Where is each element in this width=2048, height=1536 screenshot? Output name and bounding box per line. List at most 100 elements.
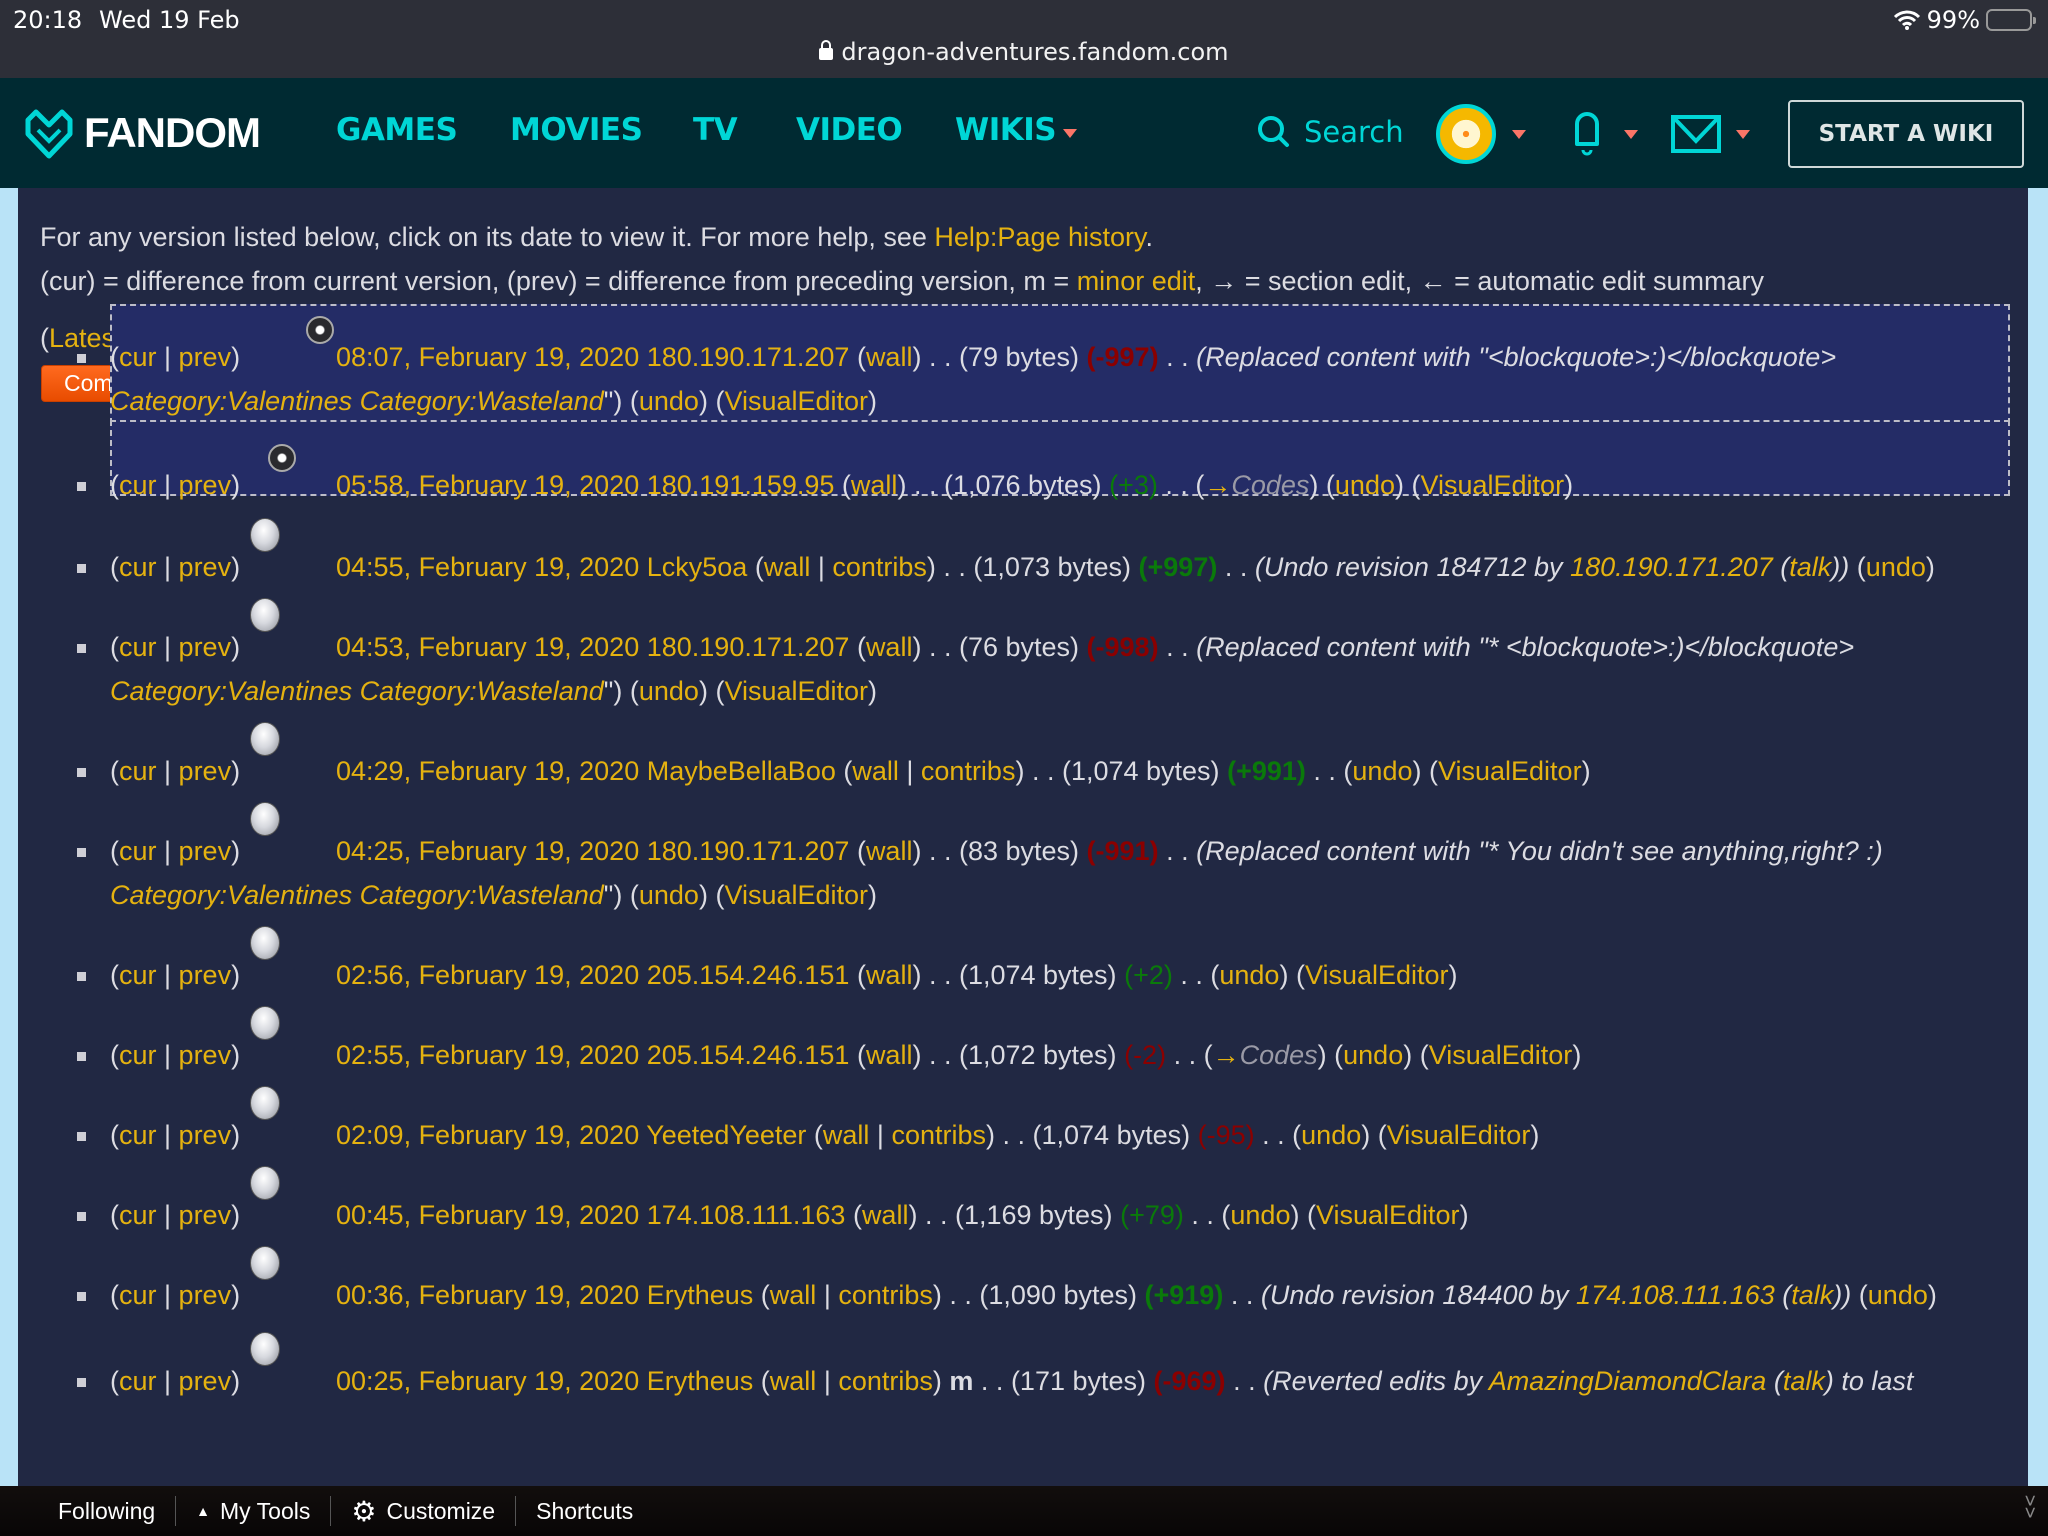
undone-user-link[interactable]: 174.108.111.163 xyxy=(1576,1280,1775,1310)
nav-movies[interactable]: MOVIES xyxy=(510,112,643,148)
user-wall-link[interactable]: wall xyxy=(862,1200,909,1230)
visual-editor-link[interactable]: VisualEditor xyxy=(724,386,868,416)
cur-link[interactable]: cur xyxy=(119,470,157,500)
revision-user-link[interactable]: 180.190.171.207 xyxy=(647,836,850,866)
revision-user-link[interactable]: 174.108.111.163 xyxy=(647,1200,846,1230)
url-bar[interactable]: dragon-adventures.fandom.com xyxy=(0,38,2048,66)
undo-link[interactable]: undo xyxy=(1868,1280,1928,1310)
category-links[interactable]: Category:Valentines Category:Wasteland xyxy=(110,880,604,910)
revision-date-link[interactable]: 02:09, February 19, 2020 xyxy=(336,1120,639,1150)
prev-link[interactable]: prev xyxy=(179,756,232,786)
avatar-dropdown-icon[interactable] xyxy=(1512,130,1526,139)
toolbar-customize[interactable]: ⚙ Customize xyxy=(331,1496,517,1527)
visual-editor-link[interactable]: VisualEditor xyxy=(1438,756,1582,786)
visual-editor-link[interactable]: VisualEditor xyxy=(724,676,868,706)
undo-link[interactable]: undo xyxy=(1343,1040,1403,1070)
collapse-toolbar-chevron-icon[interactable]: ˅ ˅ xyxy=(2024,1492,2036,1524)
revision-date-link[interactable]: 02:55, February 19, 2020 xyxy=(336,1040,639,1070)
nav-video[interactable]: VIDEO xyxy=(796,112,903,148)
start-a-wiki-button[interactable]: START A WIKI xyxy=(1788,100,2024,168)
revision-date-link[interactable]: 04:29, February 19, 2020 xyxy=(336,756,639,786)
user-contribs-link[interactable]: contribs xyxy=(838,1280,933,1310)
revision-select-radio[interactable] xyxy=(250,926,280,960)
category-links[interactable]: Category:Valentines Category:Wasteland xyxy=(110,386,604,416)
revision-user-link[interactable]: 180.190.171.207 xyxy=(647,632,850,662)
revision-select-radio[interactable] xyxy=(268,444,296,472)
nav-tv[interactable]: TV xyxy=(693,112,738,148)
prev-link[interactable]: prev xyxy=(179,632,232,662)
minor-edit-link[interactable]: minor edit xyxy=(1077,266,1196,296)
cur-link[interactable]: cur xyxy=(119,552,157,582)
user-wall-link[interactable]: wall xyxy=(764,552,811,582)
revision-select-radio[interactable] xyxy=(250,1006,280,1040)
revision-select-radio[interactable] xyxy=(250,518,280,552)
cur-link[interactable]: cur xyxy=(119,1366,157,1396)
user-wall-link[interactable]: wall xyxy=(852,756,899,786)
user-wall-link[interactable]: wall xyxy=(866,632,913,662)
revision-user-link[interactable]: 180.191.159.95 xyxy=(647,470,835,500)
cur-link[interactable]: cur xyxy=(119,836,157,866)
undo-link[interactable]: undo xyxy=(1219,960,1279,990)
revision-select-radio[interactable] xyxy=(250,722,280,756)
talk-link[interactable]: talk xyxy=(1783,1366,1825,1396)
visual-editor-link[interactable]: VisualEditor xyxy=(1387,1120,1531,1150)
undo-link[interactable]: undo xyxy=(639,386,699,416)
cur-link[interactable]: cur xyxy=(119,632,157,662)
section-arrow-link[interactable]: → xyxy=(1204,470,1231,500)
section-arrow-link[interactable]: → xyxy=(1213,1040,1240,1070)
revision-user-link[interactable]: 180.190.171.207 xyxy=(647,342,850,372)
visual-editor-link[interactable]: VisualEditor xyxy=(724,880,868,910)
revision-select-radio[interactable] xyxy=(250,1086,280,1120)
nav-wikis[interactable]: WIKIS xyxy=(955,112,1057,148)
revision-user-link[interactable]: YeetedYeeter xyxy=(646,1120,806,1150)
revision-select-radio[interactable] xyxy=(250,802,280,836)
undo-link[interactable]: undo xyxy=(1866,552,1926,582)
prev-link[interactable]: prev xyxy=(179,1040,232,1070)
talk-link[interactable]: talk xyxy=(1789,552,1831,582)
visual-editor-link[interactable]: VisualEditor xyxy=(1429,1040,1573,1070)
messages-mail-icon[interactable] xyxy=(1671,115,1721,153)
fandom-logo[interactable]: FANDOM xyxy=(22,106,261,160)
revision-date-link[interactable]: 00:36, February 19, 2020 xyxy=(336,1280,639,1310)
undo-link[interactable]: undo xyxy=(639,676,699,706)
prev-link[interactable]: prev xyxy=(179,552,232,582)
prev-link[interactable]: prev xyxy=(179,342,232,372)
reverted-user-link[interactable]: AmazingDiamondClara xyxy=(1489,1366,1767,1396)
revision-date-link[interactable]: 02:56, February 19, 2020 xyxy=(336,960,639,990)
user-contribs-link[interactable]: contribs xyxy=(838,1366,933,1396)
prev-link[interactable]: prev xyxy=(179,1120,232,1150)
revision-user-link[interactable]: 205.154.246.151 xyxy=(647,1040,850,1070)
user-wall-link[interactable]: wall xyxy=(866,960,913,990)
visual-editor-link[interactable]: VisualEditor xyxy=(1316,1200,1460,1230)
user-contribs-link[interactable]: contribs xyxy=(891,1120,986,1150)
revision-select-radio[interactable] xyxy=(250,1246,280,1280)
cur-link[interactable]: cur xyxy=(119,1200,157,1230)
cur-link[interactable]: cur xyxy=(119,1280,157,1310)
prev-link[interactable]: prev xyxy=(179,836,232,866)
toolbar-my-tools[interactable]: ▲ My Tools xyxy=(176,1496,332,1526)
messages-dropdown-icon[interactable] xyxy=(1736,130,1750,139)
visual-editor-link[interactable]: VisualEditor xyxy=(1420,470,1564,500)
revision-select-radio[interactable] xyxy=(250,598,280,632)
revision-date-link[interactable]: 00:25, February 19, 2020 xyxy=(336,1366,639,1396)
user-wall-link[interactable]: wall xyxy=(866,342,913,372)
user-wall-link[interactable]: wall xyxy=(866,1040,913,1070)
notifications-bell-icon[interactable] xyxy=(1570,110,1604,158)
prev-link[interactable]: prev xyxy=(179,1366,232,1396)
undo-link[interactable]: undo xyxy=(639,880,699,910)
toolbar-shortcuts[interactable]: Shortcuts xyxy=(516,1496,653,1526)
cur-link[interactable]: cur xyxy=(119,1120,157,1150)
help-page-history-link[interactable]: Help:Page history xyxy=(934,222,1145,252)
revision-date-link[interactable]: 04:25, February 19, 2020 xyxy=(336,836,639,866)
revision-date-link[interactable]: 04:53, February 19, 2020 xyxy=(336,632,639,662)
revision-date-link[interactable]: 04:55, February 19, 2020 xyxy=(336,552,639,582)
undone-user-link[interactable]: 180.190.171.207 xyxy=(1570,552,1773,582)
user-wall-link[interactable]: wall xyxy=(770,1366,817,1396)
undo-link[interactable]: undo xyxy=(1301,1120,1361,1150)
nav-games[interactable]: GAMES xyxy=(336,112,458,148)
user-wall-link[interactable]: wall xyxy=(770,1280,817,1310)
undo-link[interactable]: undo xyxy=(1352,756,1412,786)
prev-link[interactable]: prev xyxy=(179,1280,232,1310)
user-avatar[interactable] xyxy=(1436,104,1496,164)
user-wall-link[interactable]: wall xyxy=(823,1120,870,1150)
